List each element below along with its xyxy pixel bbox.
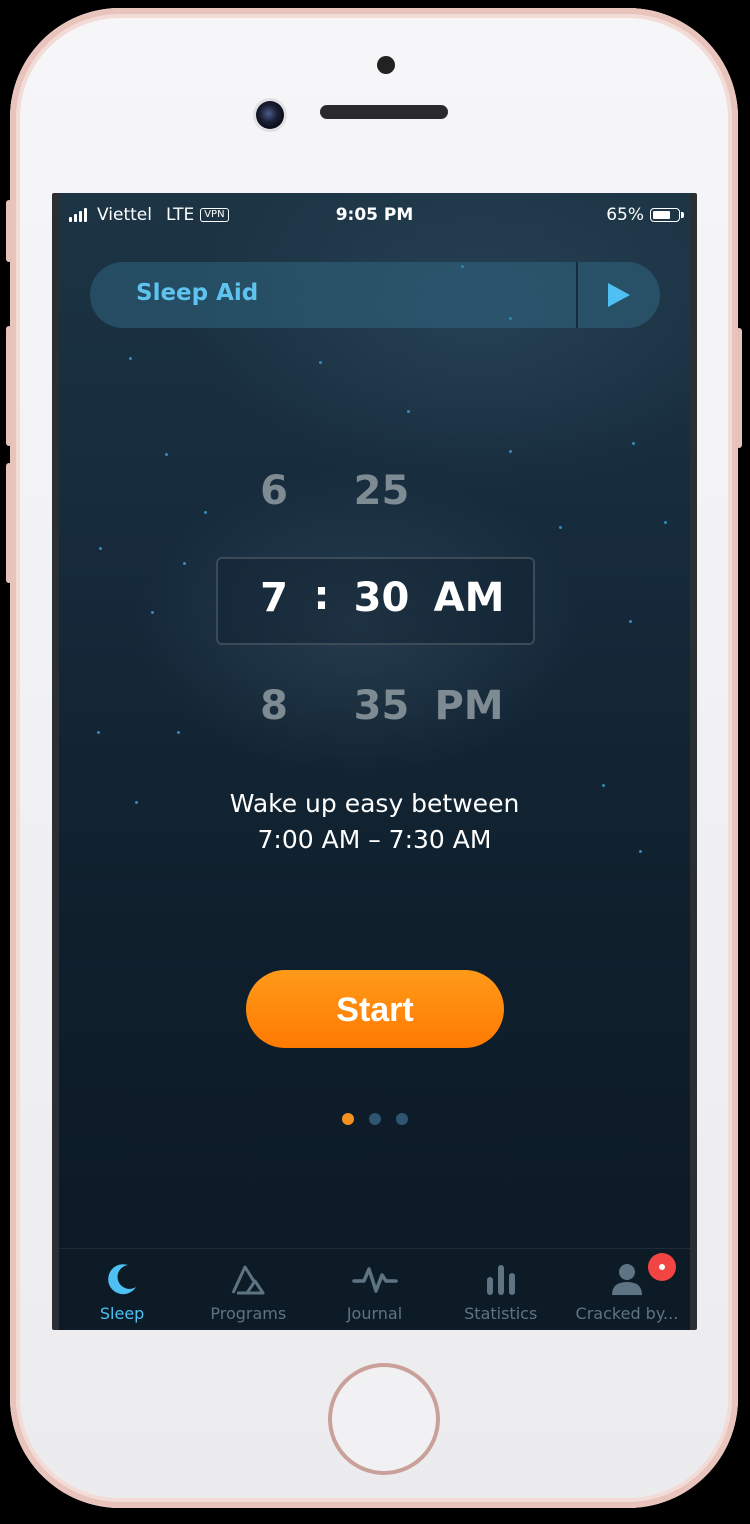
tab-label: Programs — [210, 1304, 287, 1323]
star — [204, 511, 207, 514]
home-button[interactable] — [328, 1363, 440, 1475]
wake-window-text-line1: Wake up easy between — [229, 789, 520, 818]
start-button[interactable]: Start — [246, 970, 504, 1048]
tab-bar: Sleep Programs Journal Statistics Cracke… — [59, 1248, 690, 1330]
star — [183, 562, 186, 565]
picker-hour-below[interactable]: 8 — [249, 683, 299, 729]
mute-switch — [6, 200, 12, 262]
picker-minute-below[interactable]: 35 — [344, 683, 419, 729]
proximity-sensor — [377, 56, 395, 74]
star — [602, 784, 605, 787]
tab-label: Sleep — [99, 1304, 145, 1323]
programs-icon — [231, 1265, 265, 1295]
volume-up-button — [6, 326, 12, 446]
screen: Viettel LTE VPN 9:05 PM 65% Sleep Aid 6 … — [52, 193, 697, 1330]
wake-window-text-line2: 7:00 AM – 7:30 AM — [257, 825, 492, 854]
page-dot — [368, 1113, 381, 1125]
front-camera — [256, 101, 284, 129]
sleep-aid-bar[interactable]: Sleep Aid — [90, 262, 660, 328]
star — [664, 521, 667, 524]
battery-icon — [650, 208, 684, 222]
profile-icon — [611, 1264, 642, 1295]
tab-label: Cracked by... — [575, 1304, 679, 1323]
tab-label: Statistics — [464, 1304, 538, 1323]
volume-down-button — [6, 463, 12, 583]
star — [509, 450, 512, 453]
picker-hour-above[interactable]: 6 — [249, 468, 299, 514]
star — [97, 731, 100, 734]
tab-profile[interactable]: Cracked by... — [564, 1249, 690, 1330]
star — [129, 357, 132, 360]
play-icon — [608, 283, 630, 307]
star — [559, 526, 562, 529]
power-button — [736, 328, 742, 448]
tab-statistics[interactable]: Statistics — [438, 1249, 564, 1330]
picker-separator: : — [313, 573, 330, 619]
star — [177, 731, 180, 734]
page-dot-active — [341, 1113, 354, 1125]
picker-period-selected[interactable]: AM — [429, 575, 509, 621]
pulse-icon — [351, 1267, 398, 1293]
page-indicator — [59, 1113, 690, 1125]
picker-minute-above[interactable]: 25 — [344, 468, 419, 514]
notification-badge — [647, 1253, 676, 1281]
tab-label: Journal — [346, 1304, 403, 1323]
moon-icon — [108, 1264, 137, 1295]
picker-hour-selected[interactable]: 7 — [249, 575, 299, 621]
bar-chart-icon — [486, 1265, 515, 1295]
status-time: 9:05 PM — [335, 205, 414, 225]
sleep-app: Viettel LTE VPN 9:05 PM 65% Sleep Aid 6 … — [59, 193, 690, 1330]
picker-period-below[interactable]: PM — [429, 683, 509, 729]
sleep-aid-label: Sleep Aid — [136, 280, 259, 306]
tab-journal[interactable]: Journal — [311, 1249, 437, 1330]
star — [165, 453, 168, 456]
star — [151, 611, 154, 614]
page-dot — [395, 1113, 408, 1125]
sleep-aid-play-button[interactable] — [578, 262, 660, 328]
earpiece-speaker — [320, 105, 448, 119]
star — [319, 361, 322, 364]
star — [99, 547, 102, 550]
tab-sleep[interactable]: Sleep — [59, 1249, 185, 1330]
status-bar: Viettel LTE VPN 9:05 PM 65% — [59, 193, 690, 239]
star — [629, 620, 632, 623]
star — [407, 410, 410, 413]
battery-percent: 65% — [606, 205, 644, 225]
star — [632, 442, 635, 445]
tab-programs[interactable]: Programs — [185, 1249, 311, 1330]
picker-minute-selected[interactable]: 30 — [344, 575, 419, 621]
